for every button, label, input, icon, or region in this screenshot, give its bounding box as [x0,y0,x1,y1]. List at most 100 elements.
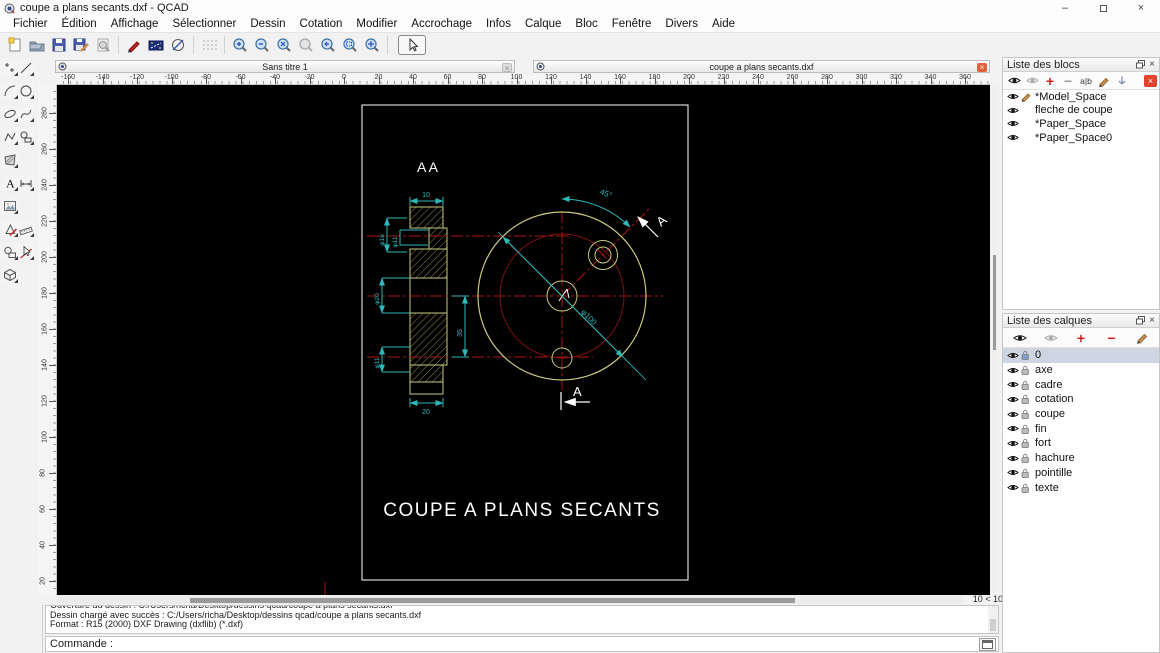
menu-affichage[interactable]: Affichage [104,18,166,30]
lock-icon[interactable] [1021,468,1035,478]
close-button[interactable]: × [1122,0,1160,16]
scrollbar-thumb[interactable] [993,255,996,350]
layer-row[interactable]: cotation [1003,392,1159,407]
command-history[interactable]: Ouverture du dessin : C:/Users/richa/Des… [45,605,999,634]
show-all-blocks-icon[interactable] [1005,73,1023,88]
command-input[interactable] [116,637,979,651]
eye-icon[interactable] [1007,133,1021,142]
lock-icon[interactable] [1021,438,1035,449]
block-row[interactable]: *Model_Space [1003,90,1159,104]
eye-icon[interactable] [1007,454,1021,463]
layer-row[interactable]: 0 [1003,348,1159,363]
layer-row[interactable]: fort [1003,436,1159,451]
menu-dessin[interactable]: Dessin [243,18,292,30]
lock-icon[interactable] [1021,350,1035,361]
layer-row[interactable]: cadre [1003,377,1159,392]
pan-zoom-button[interactable] [361,35,383,56]
grid-toggle-button[interactable] [198,35,220,56]
save-button[interactable] [48,35,70,56]
new-file-button[interactable] [4,35,26,56]
zoom-in-button[interactable] [229,35,251,56]
save-as-button[interactable] [70,35,92,56]
circle-tool-button[interactable] [18,83,34,99]
menu-accrochage[interactable]: Accrochage [404,18,479,30]
drawing-canvas[interactable]: 10 20 35 φ16 φ11 φ20 φ11 φ100 45° A A A [57,85,990,595]
canvas-vertical-scrollbar[interactable] [991,85,998,595]
restore-button[interactable] [1084,0,1122,16]
lock-icon[interactable] [1021,365,1035,376]
drawing-preferences-button[interactable] [145,35,167,56]
edit-block-icon[interactable] [1095,73,1113,88]
close-block-edit-icon[interactable]: × [1144,74,1157,87]
hatch-tool-button[interactable] [1,152,18,168]
add-layer-icon[interactable]: + [1072,330,1090,345]
canvas-horizontal-scrollbar[interactable] [57,596,962,604]
menu-bloc[interactable]: Bloc [568,18,604,30]
print-preview-button[interactable] [92,35,114,56]
point-tool-button[interactable] [1,60,18,76]
menu-selectionner[interactable]: Sélectionner [165,18,243,30]
shape-tool-button[interactable] [18,129,34,145]
float-panel-icon[interactable] [1136,60,1146,69]
edit-layer-icon[interactable] [1133,330,1151,345]
eye-icon[interactable] [1007,395,1021,404]
zoom-1-1-button[interactable] [295,35,317,56]
eye-icon[interactable] [1007,366,1021,375]
block-row[interactable]: *Paper_Space0 [1003,131,1159,145]
menu-cotation[interactable]: Cotation [293,18,350,30]
menu-divers[interactable]: Divers [658,18,705,30]
lock-icon[interactable] [1021,453,1035,464]
menu-fenetre[interactable]: Fenêtre [605,18,659,30]
circle-slash-button[interactable] [167,35,189,56]
menu-calque[interactable]: Calque [518,18,568,30]
lock-icon[interactable] [1021,424,1035,434]
pencil-edit-button[interactable] [123,35,145,56]
layer-row[interactable]: hachure [1003,451,1159,466]
eye-icon[interactable] [1007,119,1021,128]
menu-edition[interactable]: Édition [55,18,104,30]
scrollbar-thumb[interactable] [190,597,795,603]
select-tool-button[interactable] [18,244,34,260]
layer-row[interactable]: coupe [1003,407,1159,422]
solid-tool-button[interactable] [1,267,18,283]
menu-aide[interactable]: Aide [705,18,742,30]
hide-all-layers-icon[interactable] [1042,330,1060,345]
close-panel-icon[interactable]: × [1149,59,1155,70]
subwindow-untitled-close-icon[interactable]: × [502,62,512,73]
line-tool-button[interactable] [18,60,34,76]
menu-modifier[interactable]: Modifier [349,18,404,30]
modify-tool-button[interactable] [1,221,18,237]
hide-all-blocks-icon[interactable] [1023,73,1041,88]
add-block-icon[interactable]: + [1041,73,1059,88]
eye-icon[interactable] [1007,380,1021,389]
lock-icon[interactable] [1021,483,1035,493]
layer-row[interactable]: axe [1003,363,1159,378]
insert-block-icon[interactable] [1113,73,1131,88]
previous-view-button[interactable] [317,35,339,56]
window-zoom-button[interactable] [339,35,361,56]
eye-icon[interactable] [1007,92,1021,101]
menu-fichier[interactable]: Fichier [6,18,55,30]
layer-row[interactable]: fin [1003,421,1159,436]
history-scrollbar[interactable] [988,606,998,633]
open-file-button[interactable] [26,35,48,56]
image-tool-button[interactable] [1,198,18,214]
polyline-tool-button[interactable] [1,129,18,145]
eye-icon[interactable] [1007,468,1021,477]
selection-pointer-button[interactable] [398,35,426,55]
remove-block-icon[interactable]: − [1059,73,1077,89]
ellipse-tool-button[interactable] [1,106,18,122]
auto-zoom-button[interactable] [273,35,295,56]
eye-icon[interactable] [1007,351,1021,360]
arc-tool-button[interactable] [1,83,18,99]
subwindow-untitled-titlebar[interactable]: Sans titre 1 × [55,60,515,73]
lock-icon[interactable] [1021,409,1035,420]
measure-tool-button[interactable] [18,221,34,237]
subwindow-drawing-close-icon[interactable]: × [977,62,987,72]
block-row[interactable]: fleche de coupe [1003,104,1159,118]
lock-icon[interactable] [1021,394,1035,405]
show-all-layers-icon[interactable] [1011,330,1029,345]
spline-tool-button[interactable] [18,106,34,122]
command-options-button[interactable] [979,637,996,651]
remove-layer-icon[interactable]: − [1103,330,1121,346]
